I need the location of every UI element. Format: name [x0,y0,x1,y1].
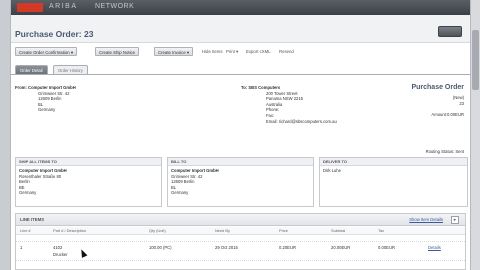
brand-network: NETWORK [95,3,135,10]
address-boxes: SHIP ALL ITEMS TO Computer Import GmbH R… [15,157,468,207]
to-email: Email: richard@sbscomputers.com.au [266,118,337,124]
column-header: Subtotal [331,228,346,233]
deliver-to-title: DELIVER TO [320,158,467,166]
details-link[interactable]: Details [428,245,441,250]
routing-status: Routing Status: Sent [425,149,464,154]
brand-name: ARIBA [49,3,78,10]
deliver-to-box: DELIVER TO Dirk Luhe [319,157,468,207]
purchase-order-label: Purchase Order [411,84,464,91]
create-invoice-button[interactable]: Create Invoice ▾ [154,47,194,56]
show-item-details-link[interactable]: Show Item Details [409,217,443,222]
resend-link[interactable]: Resend [279,48,294,56]
to-company: SBS Computers [248,85,281,90]
column-header: Line # [20,228,31,233]
export-cxml-link[interactable]: Export cXML [246,48,271,56]
ship-to-line: Germany [19,190,37,196]
order-status: (New) [452,95,464,100]
create-ship-notice-button[interactable]: Create Ship Notice [95,47,140,56]
scrollbar-thumb[interactable] [472,30,479,90]
to-label: To: [241,85,248,90]
column-header: Need By [215,228,230,233]
part-description: Drucker [53,252,68,257]
column-header: Price [279,228,288,233]
need-by-date: 29 Oct 2015 [215,245,238,250]
column-header: Part # / Description [53,228,87,233]
hide-items-link[interactable]: Hide Items [202,48,223,56]
bill-to-title: BILL TO [168,158,313,166]
part-number: 4102 [53,245,63,250]
ariba-network-header: ARIBA NETWORK [11,0,470,15]
line-items-title: LINE ITEMS [20,217,45,222]
create-order-confirmation-button[interactable]: Create Order Confirmation ▾ [15,47,77,56]
line-items-column-header: Line # Part # / Description Qty (Unit) N… [16,227,465,235]
tab-divider [11,74,470,75]
subtotal: 20.00EUR [331,245,351,250]
ship-to-title: SHIP ALL ITEMS TO [16,158,161,166]
action-toolbar: Create Order Confirmation ▾ Create Ship … [11,47,470,57]
page-title: Purchase Order: 23 [15,29,94,39]
order-amount: Amount:0.00EUR [431,112,464,117]
expand-icon[interactable]: ▸ [451,216,459,224]
column-header: Tax [378,228,385,233]
line-items-panel: LINE ITEMS Show Item Details ▸ Line # Pa… [15,213,466,270]
bill-to-box: BILL TO Computer Import GmbH Grimweer St… [167,157,314,207]
from-line: Germany [38,107,56,113]
quantity: 100.00 (PC) [149,245,172,250]
to-address: To: SBS Computers 200 Tower Street Panam… [241,85,337,124]
vertical-scrollbar[interactable] [471,0,480,270]
order-number: 23 [459,101,464,106]
purchase-order-page: ARIBA NETWORK Purchase Order: 23 Create … [10,0,471,270]
ariba-logo [17,3,43,12]
ship-to-box: SHIP ALL ITEMS TO Computer Import GmbH R… [15,157,162,207]
tax: 0.00EUR [378,245,395,250]
from-label: From: [15,85,27,90]
column-header: Qty (Unit) [149,228,166,233]
bill-to-line: Germany [171,190,189,196]
line-number: 1 [20,245,23,250]
from-company: Computer Import GmbH [28,85,76,90]
deliver-to-name: Dirk Luhe [323,168,341,173]
line-items-header: LINE ITEMS Show Item Details ▸ [16,214,465,226]
page-header: Purchase Order: 23 [11,15,470,43]
unit-price: 0.20EUR [279,245,296,250]
from-address: From: Computer Import GmbH Grimweer Str.… [15,85,76,113]
print-link[interactable]: Print ▾ [226,48,238,56]
done-button[interactable] [438,26,462,37]
